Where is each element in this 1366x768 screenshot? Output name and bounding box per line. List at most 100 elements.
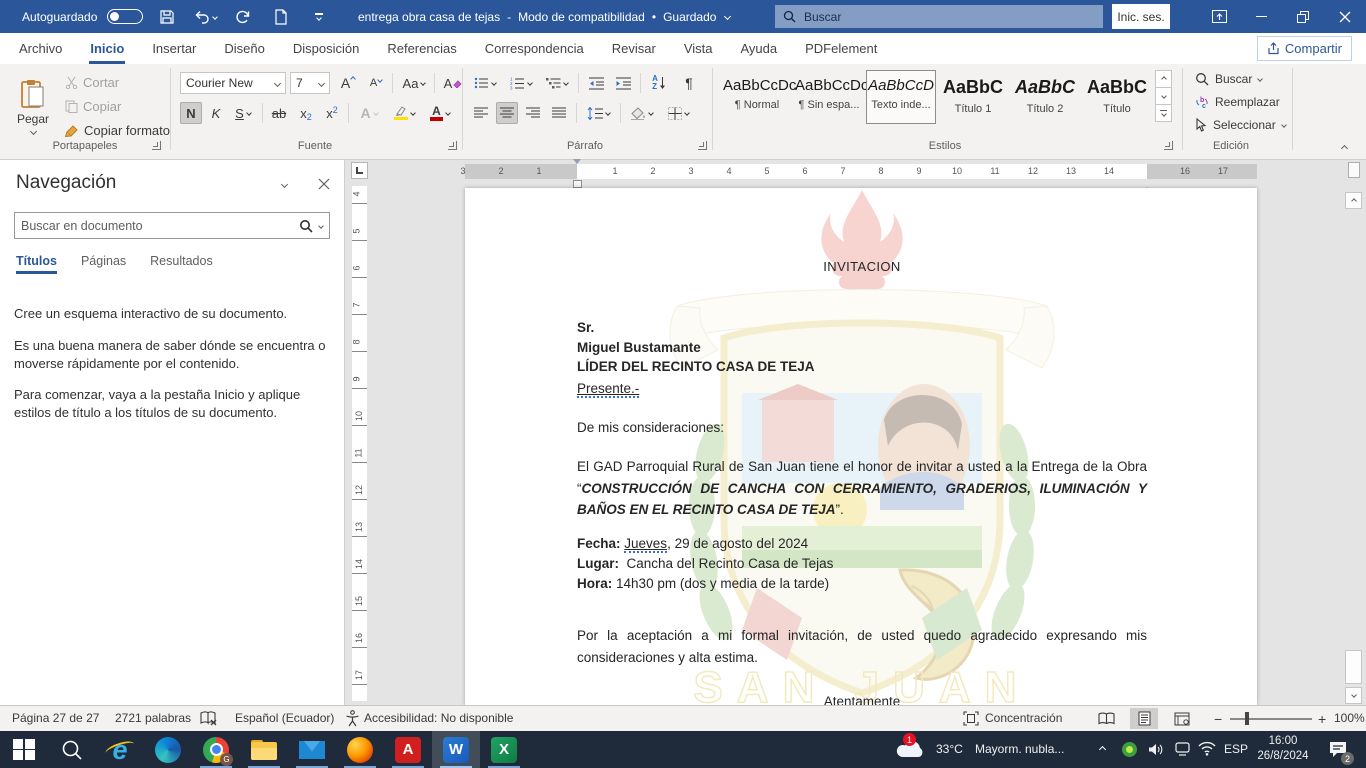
tab-disposicion[interactable]: Disposición	[290, 33, 362, 64]
mail-icon[interactable]	[288, 731, 336, 768]
doc-body-paragraph[interactable]: El GAD Parroquial Rural de San Juan tien…	[577, 456, 1147, 521]
navigation-search-input[interactable]	[21, 219, 293, 233]
collapse-ribbon-button[interactable]	[1341, 145, 1348, 152]
search-input[interactable]	[804, 10, 1054, 24]
change-case-button[interactable]: Aa	[398, 72, 430, 94]
doc-recipient-name[interactable]: Miguel Bustamante	[577, 338, 1147, 358]
align-center-button[interactable]	[496, 102, 518, 124]
underline-button[interactable]: S	[228, 102, 258, 124]
align-left-button[interactable]	[470, 102, 492, 124]
superscript-button[interactable]: x2	[320, 102, 344, 124]
paste-button[interactable]: Pegar	[8, 70, 58, 142]
edge-icon[interactable]	[144, 731, 192, 768]
replace-button[interactable]: bc Reemplazar	[1194, 94, 1281, 110]
acrobat-icon[interactable]: A	[384, 731, 432, 768]
zoom-in-button[interactable]: +	[1318, 711, 1326, 727]
tab-diseno[interactable]: Diseño	[221, 33, 267, 64]
firefox-icon[interactable]	[336, 731, 384, 768]
excel-icon[interactable]: X	[480, 731, 528, 768]
volume-icon[interactable]	[1148, 742, 1164, 757]
scroll-down-button[interactable]	[1345, 687, 1362, 704]
language-indicator[interactable]: Español (Ecuador)	[235, 711, 334, 725]
scroll-up-button[interactable]	[1345, 192, 1362, 209]
weather-description[interactable]: Mayorm. nubla...	[975, 742, 1064, 756]
tab-vista[interactable]: Vista	[681, 33, 716, 64]
notification-center-icon[interactable]: 2	[1328, 740, 1348, 761]
file-explorer-icon[interactable]	[240, 731, 288, 768]
doc-recipient-title[interactable]: LÍDER DEL RECINTO CASA DE TEJA	[577, 357, 1147, 377]
accessibility-icon[interactable]	[345, 710, 360, 727]
h-ruler[interactable]: 32112345678910111213141617	[465, 164, 1257, 179]
style-titulo-2[interactable]: AaBbC Título 2	[1010, 70, 1080, 124]
font-color-button[interactable]: A	[424, 102, 456, 124]
taskbar-search-button[interactable]	[48, 731, 96, 768]
highlight-color-button[interactable]	[388, 102, 420, 124]
style-sin-espaciado[interactable]: AaBbCcDc ¶ Sin espa...	[794, 70, 864, 124]
doc-lugar-line[interactable]: Lugar: Cancha del Recinto Casa de Tejas	[577, 554, 1147, 574]
antivirus-tray-icon[interactable]	[1122, 742, 1137, 757]
save-button[interactable]	[153, 4, 181, 30]
keyboard-language[interactable]: ESP	[1224, 742, 1248, 756]
navigation-close-icon[interactable]	[318, 178, 330, 190]
restore-button[interactable]	[1282, 0, 1324, 33]
share-button[interactable]: Compartir	[1257, 36, 1352, 61]
word-count[interactable]: 2721 palabras	[115, 711, 191, 725]
undo-button[interactable]	[191, 4, 219, 30]
find-button[interactable]: Buscar	[1194, 71, 1263, 87]
internet-explorer-icon[interactable]: e	[96, 731, 144, 768]
bullets-button[interactable]	[470, 72, 500, 94]
vertical-scrollbar[interactable]	[1345, 160, 1363, 705]
styles-more-button[interactable]	[1155, 104, 1172, 122]
style-titulo[interactable]: AaBbC Título	[1082, 70, 1152, 124]
line-spacing-button[interactable]	[582, 102, 614, 124]
accessibility-status[interactable]: Accesibilidad: No disponible	[364, 711, 513, 725]
format-painter-button[interactable]: Copiar formato	[64, 122, 171, 139]
decrease-indent-button[interactable]	[584, 72, 608, 94]
style-titulo-1[interactable]: AaBbC Título 1	[938, 70, 1008, 124]
tray-expand-chevron[interactable]	[1099, 746, 1106, 753]
focus-mode-label[interactable]: Concentración	[985, 711, 1062, 725]
tab-ayuda[interactable]: Ayuda	[737, 33, 780, 64]
multilevel-list-button[interactable]	[542, 72, 572, 94]
nav-tab-titulos[interactable]: Títulos	[16, 254, 57, 274]
scrollbar-thumb[interactable]	[1345, 650, 1362, 684]
wifi-icon[interactable]	[1198, 741, 1216, 756]
doc-heading[interactable]: INVITACION	[577, 256, 1147, 278]
strikethrough-button[interactable]: ab	[266, 102, 292, 124]
tab-pdfelement[interactable]: PDFelement	[802, 33, 880, 64]
page-indicator[interactable]: Página 27 de 27	[12, 711, 99, 725]
close-button[interactable]	[1324, 0, 1366, 33]
clipboard-dialog-launcher[interactable]	[152, 141, 161, 150]
chrome-icon[interactable]: G	[192, 731, 240, 768]
doc-hora-line[interactable]: Hora: 14h30 pm (dos y media de la tarde)	[577, 574, 1147, 594]
justify-button[interactable]	[548, 102, 570, 124]
v-ruler[interactable]: 4567891011121314151617	[352, 186, 367, 701]
font-dialog-launcher[interactable]	[448, 141, 457, 150]
nav-tab-resultados[interactable]: Resultados	[150, 254, 213, 274]
left-indent-marker[interactable]	[573, 180, 582, 188]
document-page[interactable]: 7	[465, 188, 1257, 705]
redo-button[interactable]	[229, 4, 257, 30]
style-texto-independiente[interactable]: AaBbCcD Texto inde...	[866, 70, 936, 124]
minimize-button[interactable]	[1240, 0, 1282, 33]
bold-button[interactable]: N	[180, 102, 202, 124]
weather-temp[interactable]: 33°C	[936, 742, 963, 756]
styles-scroll-down-button[interactable]	[1155, 87, 1172, 105]
font-size-combo[interactable]: 7	[290, 72, 330, 94]
focus-mode-icon[interactable]	[963, 711, 979, 726]
tab-correspondencia[interactable]: Correspondencia	[482, 33, 587, 64]
titlebar-search[interactable]	[775, 5, 1103, 28]
select-button[interactable]: Seleccionar	[1194, 117, 1287, 133]
sort-button[interactable]: A Z	[646, 72, 672, 94]
zoom-out-button[interactable]: −	[1214, 711, 1222, 727]
web-layout-view-button[interactable]	[1168, 708, 1196, 729]
weather-icon[interactable]: 1	[895, 737, 925, 762]
style-normal[interactable]: AaBbCcDc ¶ Normal	[722, 70, 792, 124]
shading-button[interactable]	[626, 102, 658, 124]
proofing-errors-icon[interactable]	[200, 711, 217, 726]
tab-revisar[interactable]: Revisar	[609, 33, 659, 64]
tab-insertar[interactable]: Insertar	[149, 33, 199, 64]
sign-in-button[interactable]: Inic. ses.	[1112, 4, 1170, 29]
autosave-toggle[interactable]	[107, 9, 143, 24]
tab-stop-selector[interactable]	[351, 162, 368, 179]
